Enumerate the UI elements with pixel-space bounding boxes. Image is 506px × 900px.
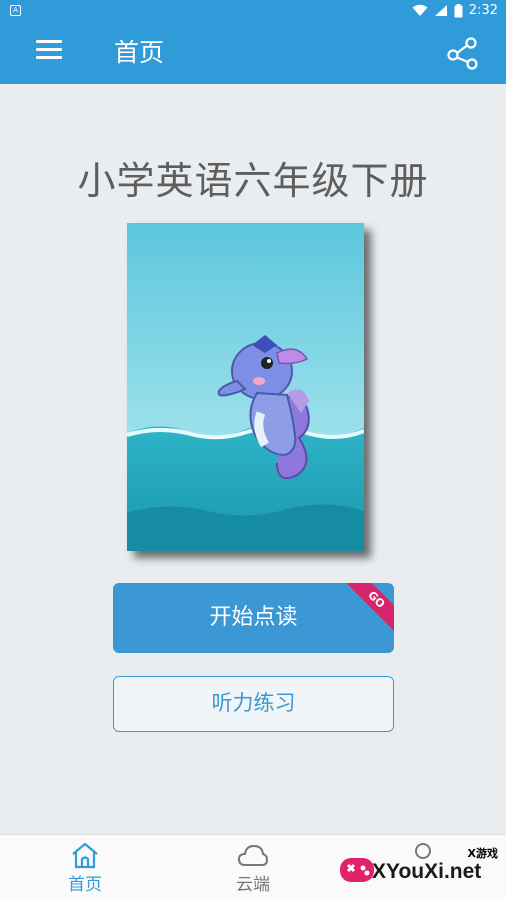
nav-item-cloud[interactable]: 云端	[193, 835, 313, 900]
menu-icon[interactable]	[36, 40, 64, 66]
nav-label-home: 首页	[68, 875, 102, 895]
book-title: 小学英语六年级下册	[77, 159, 429, 203]
watermark: X游戏 XYouXi.net	[336, 840, 506, 898]
page-title: 首页	[114, 38, 165, 67]
signal-icon	[434, 5, 447, 16]
status-bar: A 2:32	[0, 0, 506, 22]
listening-practice-label: 听力练习	[211, 691, 296, 715]
share-icon[interactable]	[446, 36, 480, 70]
start-reading-button[interactable]: 开始点读 GO	[113, 583, 394, 653]
battery-icon	[454, 3, 463, 17]
app-bar: 首页	[0, 22, 506, 84]
status-indicators: 2:32	[412, 3, 498, 18]
nav-item-home[interactable]: 首页	[25, 835, 145, 900]
book-cover-image[interactable]	[127, 223, 364, 551]
notification-icon: A	[10, 5, 21, 16]
listening-practice-button[interactable]: 听力练习	[113, 676, 394, 732]
watermark-brand: XYouXi.net	[372, 860, 482, 883]
home-icon	[72, 842, 98, 869]
watermark-small-text: X游戏	[467, 847, 498, 860]
go-badge: GO	[341, 583, 394, 635]
wifi-icon	[412, 4, 428, 16]
clock: 2:32	[468, 3, 498, 18]
cloud-icon	[237, 844, 269, 866]
start-reading-label: 开始点读	[209, 605, 298, 630]
nav-label-cloud: 云端	[236, 875, 270, 895]
